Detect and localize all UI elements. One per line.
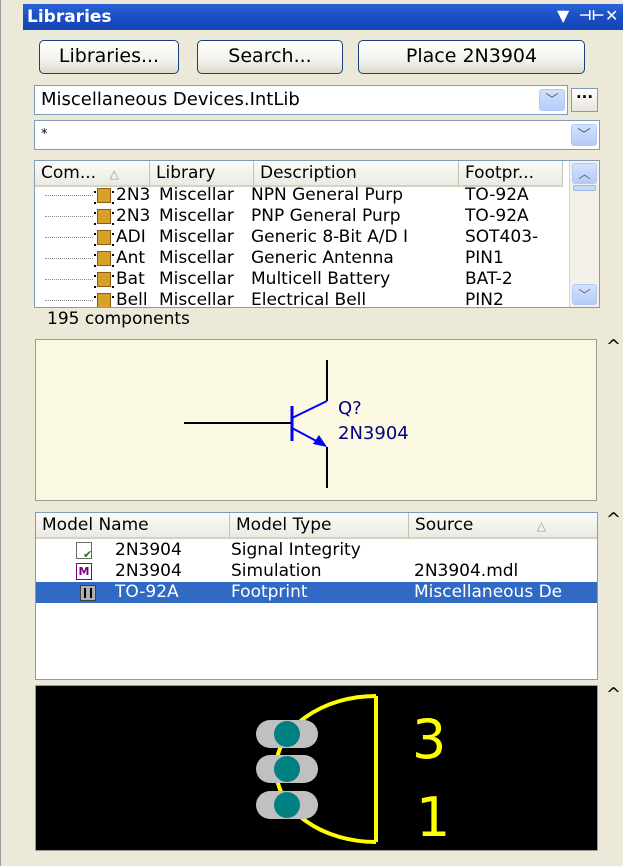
components-scrollbar[interactable]: ︿ ﹀ [569,161,599,307]
collapse-caret-icon[interactable]: ^ [606,336,621,357]
to92-footprint: 3 1 [256,694,450,849]
component-icon [94,272,114,288]
filter-input[interactable]: * ﹀ [34,120,600,150]
component-icon [94,188,114,204]
column-header-model-type[interactable]: Model Type [230,513,409,539]
component-icon [94,251,114,267]
models-list: Model Name Model Type Source △ ✔ 2N3904 … [35,512,598,680]
filter-value: * [41,127,48,142]
library-select[interactable]: Miscellaneous Devices.IntLib ﹀ [34,85,568,115]
place-button[interactable]: Place 2N3904 [358,40,585,74]
column-header-description[interactable]: Description [254,161,459,187]
list-item[interactable]: Bat Miscellar Multicell Battery BAT-2 [35,269,563,290]
panel-menu-icon[interactable]: ▼ [557,6,569,25]
list-item[interactable]: 2N3 Miscellar NPN General Purp TO-92A [35,185,563,206]
designator-label: Q? [338,398,362,419]
schematic-preview: Q? 2N3904 [35,339,597,501]
list-item[interactable]: ✔ 2N3904 Signal Integrity [36,540,597,561]
collapse-caret-icon[interactable]: ^ [606,509,621,530]
column-header-footprint[interactable]: Footpr... [459,161,563,187]
libraries-button[interactable]: Libraries... [39,40,179,74]
scrollbar-thumb[interactable] [573,185,596,191]
search-button[interactable]: Search... [197,40,343,74]
column-header-model-name[interactable]: Model Name [36,513,230,539]
collapse-caret-icon[interactable]: ^ [606,684,621,705]
panel-title: Libraries [27,7,112,27]
signal-integrity-icon: ✔ [76,542,92,560]
component-icon [94,293,114,307]
chevron-down-icon[interactable]: ﹀ [571,124,597,146]
library-options-button[interactable]: ··· [571,88,598,112]
list-item[interactable]: M 2N3904 Simulation 2N3904.mdl [36,561,597,582]
column-header-component[interactable]: Com... △ [35,161,150,187]
component-count: 195 components [47,309,190,329]
list-item[interactable]: 2N3 Miscellar PNP General Purp TO-92A [35,206,563,227]
scroll-down-icon[interactable]: ﹀ [572,284,597,305]
simulation-model-icon: M [76,563,92,580]
close-icon[interactable]: ✕ [605,6,618,25]
scroll-up-icon[interactable]: ︿ [572,163,597,184]
components-list: Com... △ Library Description Footpr... 2… [34,160,600,308]
list-item-selected[interactable]: TO-92A Footprint Miscellaneous De [36,582,597,603]
component-icon [94,230,114,246]
pin-3-label: 3 [412,708,446,771]
transistor-symbol: Q? 2N3904 [184,360,409,488]
pin-1-label: 1 [416,786,450,849]
comment-label: 2N3904 [338,423,409,444]
chevron-down-icon[interactable]: ﹀ [539,89,565,111]
footprint-preview: 3 1 [35,685,598,851]
sort-ascending-icon: △ [536,519,547,533]
list-item[interactable]: ADI Miscellar Generic 8-Bit A/D I SOT403… [35,227,563,248]
column-header-source[interactable]: Source △ [409,513,597,539]
list-item[interactable]: Bell Miscellar Electrical Bell PIN2 [35,290,563,307]
component-icon [94,209,114,225]
pin-icon[interactable]: ⊣⊢ [579,8,605,24]
footprint-icon [80,585,96,601]
library-select-value: Miscellaneous Devices.IntLib [41,89,300,110]
column-header-library[interactable]: Library [150,161,254,187]
panel-title-bar[interactable]: Libraries ▼ ⊣⊢ ✕ [23,4,623,30]
libraries-panel: Libraries ▼ ⊣⊢ ✕ Libraries... Search... … [0,0,623,866]
list-item[interactable]: Ant Miscellar Generic Antenna PIN1 [35,248,563,269]
sort-ascending-icon: △ [109,167,119,181]
